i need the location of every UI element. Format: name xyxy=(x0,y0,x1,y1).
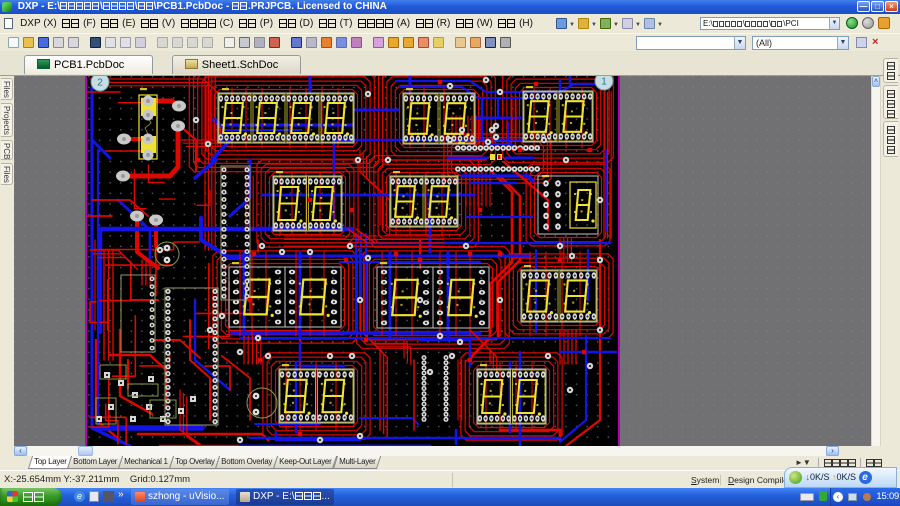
svg-text:2: 2 xyxy=(97,78,103,89)
svg-text:1: 1 xyxy=(601,77,607,88)
